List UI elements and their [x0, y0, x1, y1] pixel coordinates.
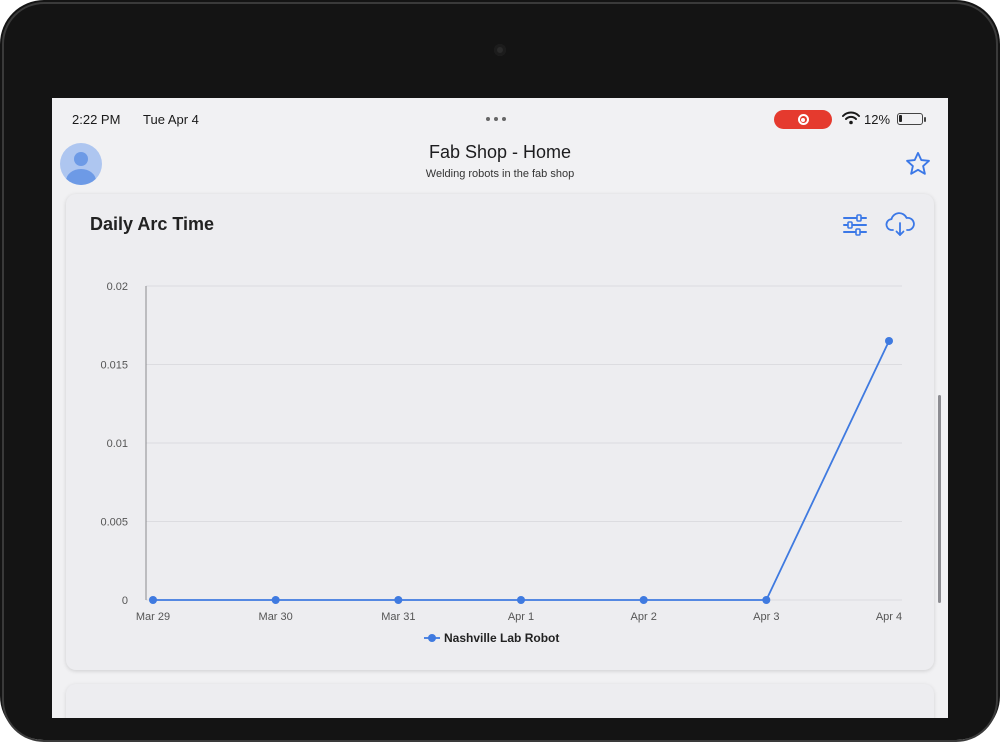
x-tick-label: Mar 29	[136, 611, 170, 623]
page-title: Fab Shop - Home	[428, 142, 572, 162]
app-screen: 2:22 PM Tue Apr 4 12% Fab Shop - Home We…	[52, 98, 948, 718]
daily-arc-time-chart: 0 0.005 0.01 0.015 0.02 Mar 29 Mar 30 Mar 31 Apr…	[100, 281, 902, 645]
wifi-icon	[842, 111, 860, 125]
status-bar: 2:22 PM Tue Apr 4 12%	[52, 98, 948, 138]
data-point	[149, 596, 157, 604]
x-tick-label: Mar 30	[259, 611, 293, 623]
data-point	[639, 596, 648, 604]
next-card	[66, 684, 934, 718]
x-tick-label: Apr 3	[753, 611, 779, 623]
x-tick-label: Apr 2	[631, 611, 657, 623]
data-point	[394, 596, 403, 604]
x-tick-label: Apr 1	[508, 611, 534, 623]
y-tick-label: 0.005	[100, 517, 128, 529]
legend-label: Nashville Lab Robot	[444, 631, 559, 645]
screen-record-icon[interactable]	[774, 110, 832, 129]
data-point	[517, 596, 525, 604]
scroll-indicator[interactable]	[938, 395, 941, 603]
tablet-device-frame: 2:22 PM Tue Apr 4 12% Fab Shop - Home We…	[0, 0, 1000, 742]
y-tick-label: 0	[122, 595, 128, 607]
legend-marker	[428, 634, 436, 642]
daily-arc-time-card: Daily Arc Time 0 0.005 0.01 0.015 0.02 Mar 29…	[66, 194, 934, 670]
page-subtitle: Welding robots in the fab shop	[425, 168, 575, 180]
data-point	[271, 596, 280, 604]
battery-icon	[897, 113, 926, 125]
series-line	[153, 340, 890, 601]
status-time: 2:22 PM	[72, 112, 121, 127]
front-camera	[494, 44, 506, 56]
y-tick-label: 0.01	[107, 438, 128, 450]
x-tick-label: Mar 31	[381, 611, 415, 623]
status-date: Tue Apr 4	[143, 112, 199, 127]
navigation-bar: Fab Shop - Home Welding robots in the fa…	[52, 138, 948, 194]
multitask-dots-icon[interactable]	[486, 117, 506, 121]
star-icon[interactable]	[904, 150, 932, 178]
y-tick-label: 0.015	[100, 360, 128, 372]
data-point	[762, 596, 771, 604]
data-point	[885, 336, 893, 345]
y-tick-label: 0.02	[107, 281, 128, 293]
x-tick-label: Apr 4	[876, 611, 902, 623]
battery-percentage: 12%	[864, 112, 891, 127]
